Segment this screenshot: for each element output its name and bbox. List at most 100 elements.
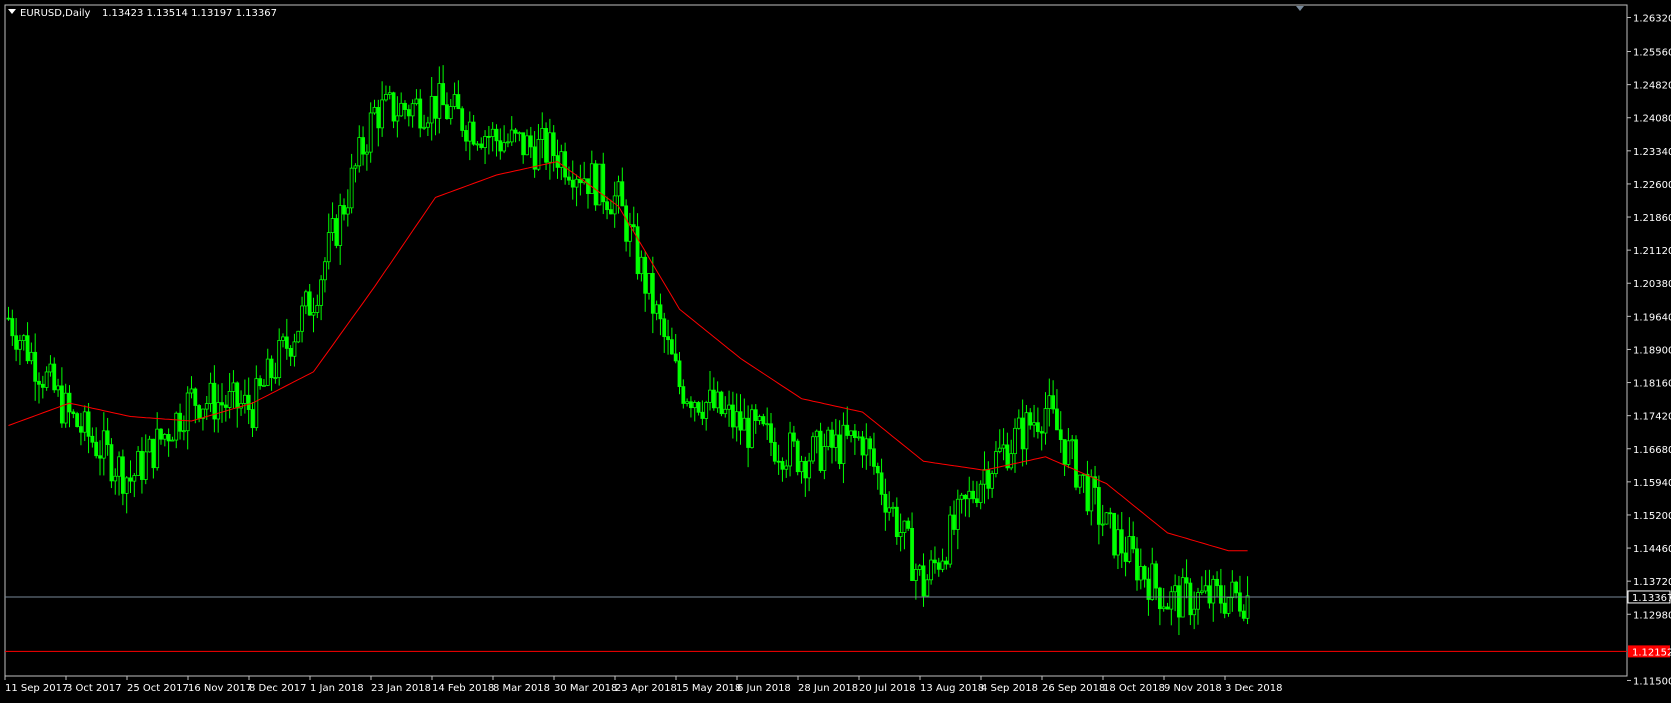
candle-body [105, 430, 110, 446]
candle-body [879, 472, 884, 495]
candle-body [37, 380, 41, 385]
candle-body [71, 411, 76, 415]
candle-body [52, 363, 57, 391]
candle-body [197, 405, 202, 419]
candle-body [63, 392, 68, 424]
candle-body [669, 339, 674, 355]
candle-body [807, 460, 812, 479]
price-chart[interactable]: EURUSD,Daily 1.13423 1.13514 1.13197 1.1… [0, 0, 1671, 703]
candle-body [338, 205, 343, 246]
candle-body [894, 506, 899, 538]
candle-body [1096, 487, 1101, 525]
candle-body [1234, 581, 1239, 594]
candle [1112, 512, 1117, 559]
candle-body [1230, 581, 1235, 599]
candle-body [1100, 523, 1105, 526]
candle-body [784, 465, 789, 470]
candle-body [399, 102, 404, 117]
candle-body [769, 423, 773, 443]
candle-body [551, 132, 556, 157]
candle-body [654, 304, 659, 314]
price-tick-label: 1.24080 [1633, 114, 1671, 125]
candle-body [33, 351, 38, 382]
candle-body [483, 136, 487, 148]
candle-body [490, 128, 495, 137]
candle-body [708, 389, 712, 403]
candle-body [685, 401, 690, 404]
candle-body [326, 232, 331, 263]
price-axis[interactable]: 1.26320 1.25560 1.24820 1.24080 1.23340 1.226… [1627, 14, 1671, 688]
candle-body [963, 494, 968, 500]
candle-body [323, 261, 327, 281]
candle-body [994, 451, 998, 474]
candle-body [448, 106, 453, 120]
title-bar[interactable]: EURUSD,Daily 1.13423 1.13514 1.13197 1.1… [8, 8, 277, 19]
candle-body [753, 409, 758, 421]
candle-body [79, 426, 83, 433]
candle-body [136, 450, 141, 476]
candle-body [833, 434, 838, 448]
candle-body [1211, 578, 1216, 604]
candle-body [1051, 395, 1056, 410]
candle-body [593, 163, 598, 206]
candle-body [830, 429, 834, 448]
candle-body [25, 335, 30, 362]
candle-body [162, 434, 167, 440]
candle-body [56, 385, 60, 391]
candle-body [761, 416, 766, 425]
candle-body [67, 392, 72, 413]
candle-body [704, 401, 709, 419]
candle-body [425, 122, 430, 128]
candle-body [536, 139, 541, 170]
candle-body [875, 465, 880, 474]
time-tick-label: 23 Apr 2018 [615, 683, 677, 694]
candle-body [574, 178, 579, 188]
candle-body [868, 438, 873, 450]
candle-body [254, 378, 259, 429]
candle-body [662, 318, 667, 338]
candle-body [509, 129, 514, 143]
candle-body [1047, 395, 1052, 409]
candle-body [673, 353, 678, 362]
candle [109, 438, 114, 489]
candle-body [486, 136, 491, 138]
candle-body [811, 436, 815, 462]
candle-body [1116, 529, 1120, 556]
candle-body [406, 109, 411, 117]
candle-body [1016, 417, 1021, 429]
candle-body [384, 94, 388, 101]
candle-body [361, 137, 365, 155]
candle-body [1070, 439, 1075, 442]
candle-body [902, 520, 907, 533]
candle-body [1203, 585, 1208, 592]
candle-body [624, 205, 629, 242]
candle-body [372, 107, 377, 114]
candle-body [872, 448, 876, 467]
candle-body [204, 403, 209, 410]
candle-body [959, 494, 964, 500]
candle-body [464, 130, 468, 142]
time-tick-label: 30 Mar 2018 [554, 683, 617, 694]
candle-body [44, 371, 49, 388]
candle-body [376, 107, 381, 129]
candle-body [502, 142, 507, 152]
candle-body [1005, 444, 1010, 469]
candle-body [506, 141, 510, 144]
candle-body [1001, 444, 1006, 449]
candle-body [296, 330, 301, 343]
candle-body [460, 108, 465, 131]
candle-body [185, 392, 190, 432]
candle-body [730, 404, 735, 428]
price-tick-label: 1.13720 [1633, 577, 1671, 588]
candle-body [284, 336, 289, 349]
candle-body [532, 146, 537, 170]
candle-body [59, 385, 64, 424]
candle-body [151, 438, 156, 469]
candle-body [849, 430, 853, 436]
candle-body [822, 446, 827, 471]
candle-body [1138, 566, 1143, 581]
candle-body [1089, 476, 1094, 512]
time-tick-label: 13 Aug 2018 [920, 683, 984, 694]
candle-body [982, 469, 987, 485]
candle [334, 214, 339, 249]
